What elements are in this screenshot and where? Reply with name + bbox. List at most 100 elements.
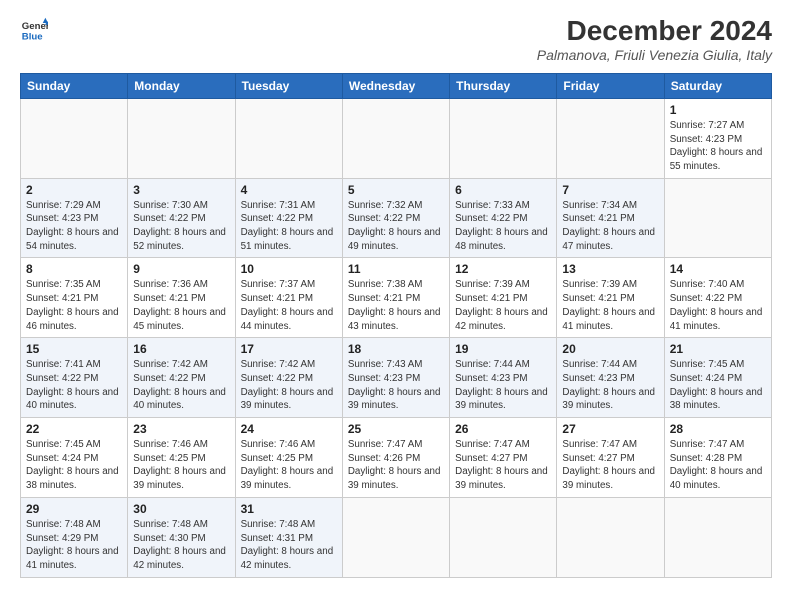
calendar-cell-5: 5 Sunrise: 7:32 AMSunset: 4:22 PMDayligh… xyxy=(342,178,449,258)
day-number: 2 xyxy=(26,183,122,197)
day-info: Sunrise: 7:39 AMSunset: 4:21 PMDaylight:… xyxy=(562,278,658,333)
calendar-cell-3: 3 Sunrise: 7:30 AMSunset: 4:22 PMDayligh… xyxy=(128,178,235,258)
day-info: Sunrise: 7:48 AMSunset: 4:29 PMDaylight:… xyxy=(26,518,122,573)
calendar-cell-7: 7 Sunrise: 7:34 AMSunset: 4:21 PMDayligh… xyxy=(557,178,664,258)
calendar-header-monday: Monday xyxy=(128,73,235,98)
empty-cell xyxy=(450,497,557,577)
calendar-cell-14: 14 Sunrise: 7:40 AMSunset: 4:22 PMDaylig… xyxy=(664,258,771,338)
calendar-cell-13: 13 Sunrise: 7:39 AMSunset: 4:21 PMDaylig… xyxy=(557,258,664,338)
day-number: 8 xyxy=(26,262,122,276)
main-title: December 2024 xyxy=(537,16,772,47)
day-number: 25 xyxy=(348,422,444,436)
day-info: Sunrise: 7:48 AMSunset: 4:31 PMDaylight:… xyxy=(241,518,337,573)
day-number: 1 xyxy=(670,103,766,117)
day-number: 20 xyxy=(562,342,658,356)
calendar-header-saturday: Saturday xyxy=(664,73,771,98)
calendar-header-sunday: Sunday xyxy=(21,73,128,98)
day-info: Sunrise: 7:46 AMSunset: 4:25 PMDaylight:… xyxy=(133,438,229,493)
day-info: Sunrise: 7:35 AMSunset: 4:21 PMDaylight:… xyxy=(26,278,122,333)
day-info: Sunrise: 7:39 AMSunset: 4:21 PMDaylight:… xyxy=(455,278,551,333)
day-number: 22 xyxy=(26,422,122,436)
calendar-table: SundayMondayTuesdayWednesdayThursdayFrid… xyxy=(20,73,772,578)
calendar-cell-30: 30 Sunrise: 7:48 AMSunset: 4:30 PMDaylig… xyxy=(128,497,235,577)
calendar-cell-16: 16 Sunrise: 7:42 AMSunset: 4:22 PMDaylig… xyxy=(128,338,235,418)
svg-text:Blue: Blue xyxy=(22,32,43,43)
day-number: 28 xyxy=(670,422,766,436)
day-info: Sunrise: 7:44 AMSunset: 4:23 PMDaylight:… xyxy=(562,358,658,413)
calendar-cell-29: 29 Sunrise: 7:48 AMSunset: 4:29 PMDaylig… xyxy=(21,497,128,577)
day-number: 9 xyxy=(133,262,229,276)
day-number: 18 xyxy=(348,342,444,356)
day-number: 29 xyxy=(26,502,122,516)
day-number: 24 xyxy=(241,422,337,436)
day-info: Sunrise: 7:30 AMSunset: 4:22 PMDaylight:… xyxy=(133,199,229,254)
empty-cell xyxy=(235,98,342,178)
empty-cell xyxy=(21,98,128,178)
day-info: Sunrise: 7:37 AMSunset: 4:21 PMDaylight:… xyxy=(241,278,337,333)
calendar-header-wednesday: Wednesday xyxy=(342,73,449,98)
calendar-cell-21: 21 Sunrise: 7:45 AMSunset: 4:24 PMDaylig… xyxy=(664,338,771,418)
calendar-cell-31: 31 Sunrise: 7:48 AMSunset: 4:31 PMDaylig… xyxy=(235,497,342,577)
title-block: December 2024 Palmanova, Friuli Venezia … xyxy=(537,16,772,63)
calendar-cell-23: 23 Sunrise: 7:46 AMSunset: 4:25 PMDaylig… xyxy=(128,418,235,498)
day-info: Sunrise: 7:38 AMSunset: 4:21 PMDaylight:… xyxy=(348,278,444,333)
calendar-cell-26: 26 Sunrise: 7:47 AMSunset: 4:27 PMDaylig… xyxy=(450,418,557,498)
day-number: 10 xyxy=(241,262,337,276)
day-number: 26 xyxy=(455,422,551,436)
calendar-cell-9: 9 Sunrise: 7:36 AMSunset: 4:21 PMDayligh… xyxy=(128,258,235,338)
day-info: Sunrise: 7:45 AMSunset: 4:24 PMDaylight:… xyxy=(26,438,122,493)
day-info: Sunrise: 7:27 AMSunset: 4:23 PMDaylight:… xyxy=(670,119,766,174)
day-info: Sunrise: 7:47 AMSunset: 4:27 PMDaylight:… xyxy=(455,438,551,493)
calendar-cell-6: 6 Sunrise: 7:33 AMSunset: 4:22 PMDayligh… xyxy=(450,178,557,258)
day-number: 19 xyxy=(455,342,551,356)
day-info: Sunrise: 7:47 AMSunset: 4:27 PMDaylight:… xyxy=(562,438,658,493)
day-info: Sunrise: 7:46 AMSunset: 4:25 PMDaylight:… xyxy=(241,438,337,493)
header: General Blue December 2024 Palmanova, Fr… xyxy=(20,16,772,63)
day-number: 31 xyxy=(241,502,337,516)
day-info: Sunrise: 7:36 AMSunset: 4:21 PMDaylight:… xyxy=(133,278,229,333)
calendar-cell-22: 22 Sunrise: 7:45 AMSunset: 4:24 PMDaylig… xyxy=(21,418,128,498)
empty-cell xyxy=(128,98,235,178)
day-info: Sunrise: 7:31 AMSunset: 4:22 PMDaylight:… xyxy=(241,199,337,254)
calendar-cell-12: 12 Sunrise: 7:39 AMSunset: 4:21 PMDaylig… xyxy=(450,258,557,338)
day-number: 14 xyxy=(670,262,766,276)
day-number: 5 xyxy=(348,183,444,197)
day-info: Sunrise: 7:45 AMSunset: 4:24 PMDaylight:… xyxy=(670,358,766,413)
day-number: 15 xyxy=(26,342,122,356)
empty-cell xyxy=(342,497,449,577)
empty-cell xyxy=(450,98,557,178)
day-info: Sunrise: 7:29 AMSunset: 4:23 PMDaylight:… xyxy=(26,199,122,254)
calendar-cell-19: 19 Sunrise: 7:44 AMSunset: 4:23 PMDaylig… xyxy=(450,338,557,418)
empty-cell xyxy=(557,98,664,178)
logo: General Blue xyxy=(20,16,48,44)
day-info: Sunrise: 7:34 AMSunset: 4:21 PMDaylight:… xyxy=(562,199,658,254)
day-info: Sunrise: 7:47 AMSunset: 4:28 PMDaylight:… xyxy=(670,438,766,493)
day-number: 3 xyxy=(133,183,229,197)
calendar-cell-25: 25 Sunrise: 7:47 AMSunset: 4:26 PMDaylig… xyxy=(342,418,449,498)
day-number: 16 xyxy=(133,342,229,356)
calendar-cell-20: 20 Sunrise: 7:44 AMSunset: 4:23 PMDaylig… xyxy=(557,338,664,418)
calendar-header-tuesday: Tuesday xyxy=(235,73,342,98)
calendar-cell-4: 4 Sunrise: 7:31 AMSunset: 4:22 PMDayligh… xyxy=(235,178,342,258)
logo-icon: General Blue xyxy=(20,16,48,44)
day-info: Sunrise: 7:48 AMSunset: 4:30 PMDaylight:… xyxy=(133,518,229,573)
page: General Blue December 2024 Palmanova, Fr… xyxy=(0,0,792,612)
calendar-cell-11: 11 Sunrise: 7:38 AMSunset: 4:21 PMDaylig… xyxy=(342,258,449,338)
day-number: 30 xyxy=(133,502,229,516)
day-number: 6 xyxy=(455,183,551,197)
day-info: Sunrise: 7:41 AMSunset: 4:22 PMDaylight:… xyxy=(26,358,122,413)
calendar-cell-15: 15 Sunrise: 7:41 AMSunset: 4:22 PMDaylig… xyxy=(21,338,128,418)
day-info: Sunrise: 7:33 AMSunset: 4:22 PMDaylight:… xyxy=(455,199,551,254)
day-number: 7 xyxy=(562,183,658,197)
day-info: Sunrise: 7:42 AMSunset: 4:22 PMDaylight:… xyxy=(133,358,229,413)
calendar-cell-8: 8 Sunrise: 7:35 AMSunset: 4:21 PMDayligh… xyxy=(21,258,128,338)
calendar-header-thursday: Thursday xyxy=(450,73,557,98)
day-info: Sunrise: 7:44 AMSunset: 4:23 PMDaylight:… xyxy=(455,358,551,413)
day-number: 27 xyxy=(562,422,658,436)
empty-cell xyxy=(664,497,771,577)
day-number: 12 xyxy=(455,262,551,276)
day-info: Sunrise: 7:47 AMSunset: 4:26 PMDaylight:… xyxy=(348,438,444,493)
calendar-cell-2: 2 Sunrise: 7:29 AMSunset: 4:23 PMDayligh… xyxy=(21,178,128,258)
day-info: Sunrise: 7:40 AMSunset: 4:22 PMDaylight:… xyxy=(670,278,766,333)
empty-cell xyxy=(557,497,664,577)
